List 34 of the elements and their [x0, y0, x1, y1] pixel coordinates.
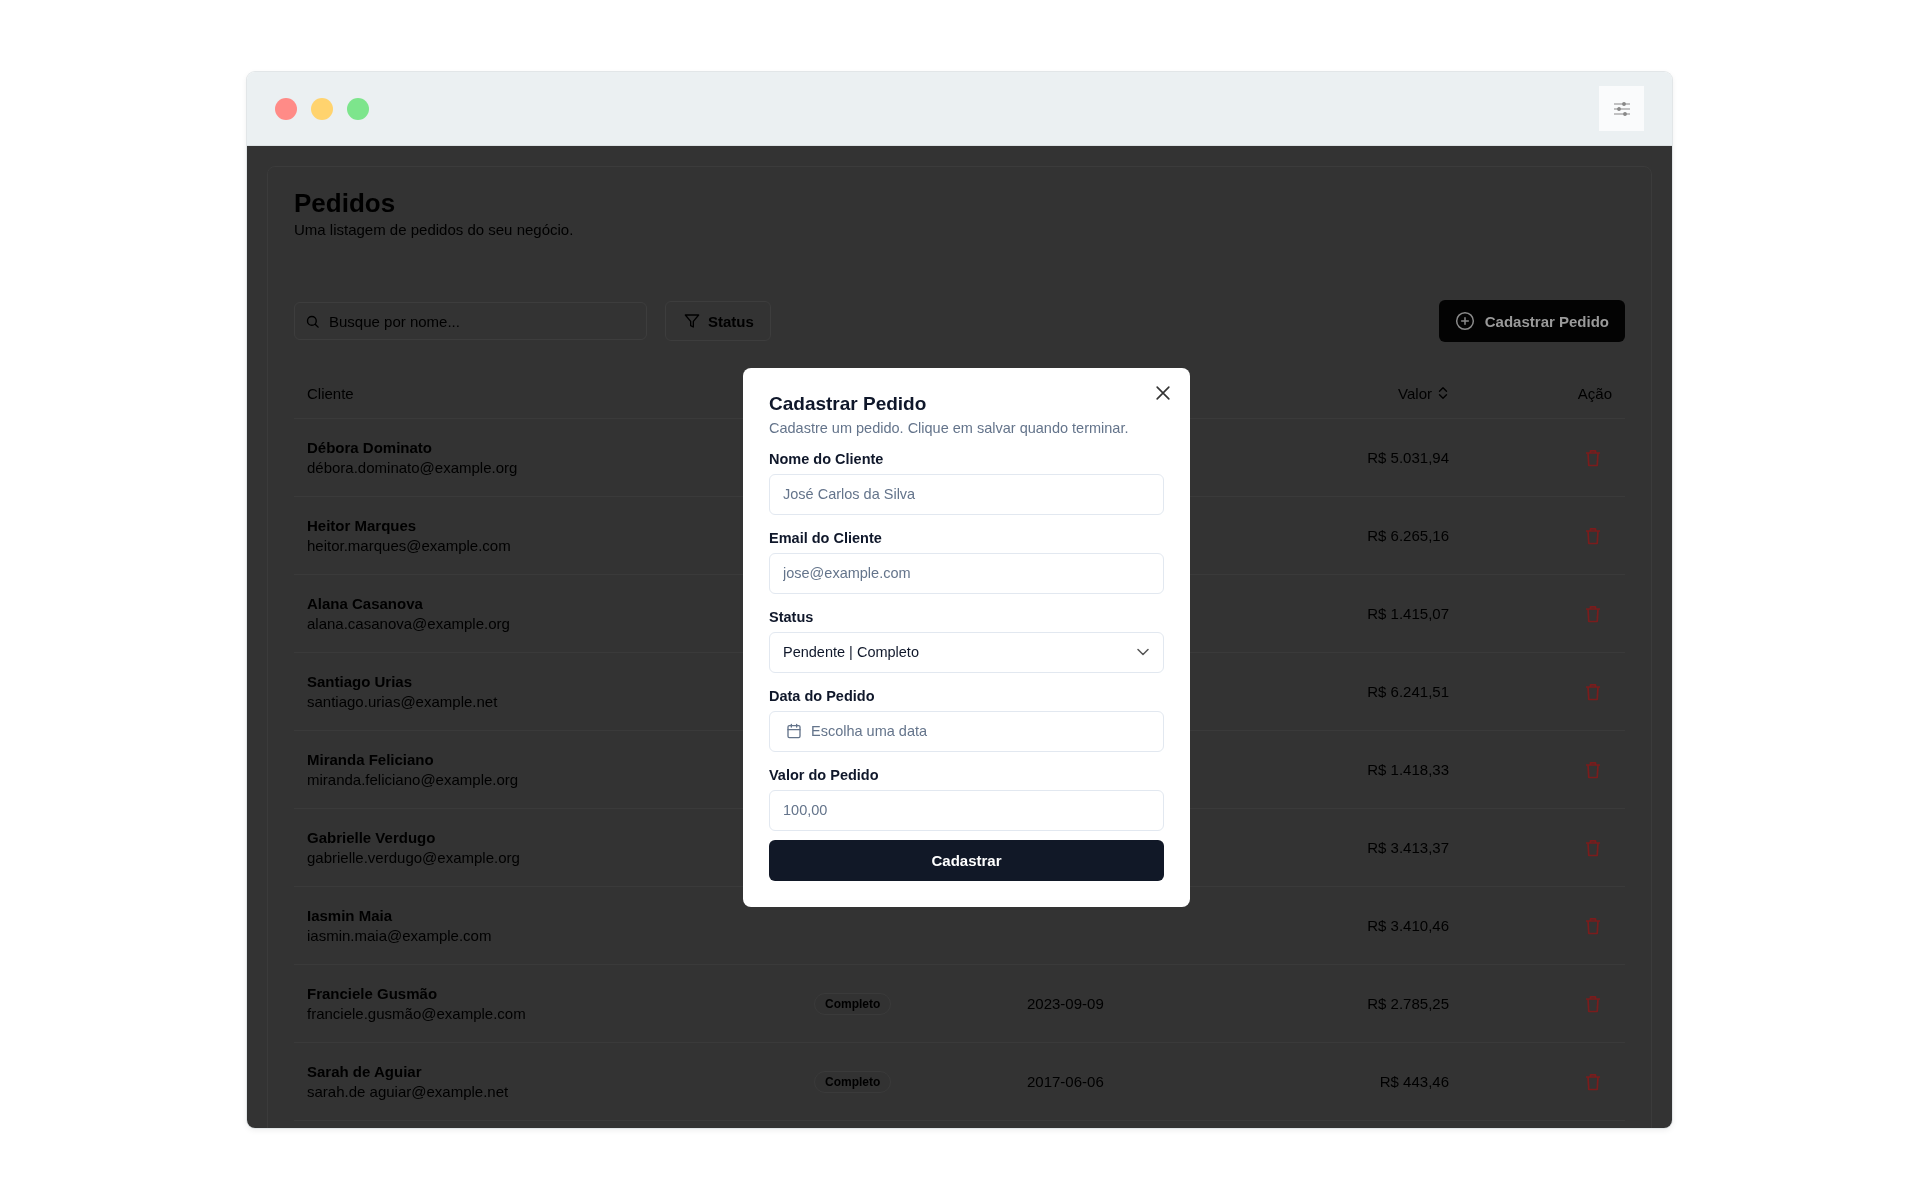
submit-button[interactable]: Cadastrar [769, 839, 1164, 881]
maximize-button[interactable] [347, 97, 369, 120]
minimize-button[interactable] [311, 97, 333, 120]
dialog-description: Cadastre um pedido. Clique em salvar quando terminar. [769, 419, 1130, 436]
filter-icon [684, 313, 700, 329]
chevron-down-icon [1137, 648, 1149, 656]
text-input-field[interactable]: José Carlos da Silva [769, 473, 1164, 515]
trash-icon[interactable] [1585, 760, 1601, 779]
dialog-title: Cadastrar Pedido [769, 391, 927, 416]
field-label: Data do Pedido [769, 687, 875, 704]
sliders-icon [1612, 101, 1631, 116]
trash-icon[interactable] [1585, 448, 1601, 467]
trash-icon[interactable] [1585, 916, 1601, 935]
trash-icon[interactable] [1585, 526, 1601, 545]
plus-circle-icon [1454, 311, 1475, 331]
trash-icon[interactable] [1585, 682, 1601, 701]
trash-icon[interactable] [1585, 838, 1601, 857]
sort-icon [1437, 386, 1449, 400]
text-input-field[interactable]: 100,00 [769, 789, 1164, 831]
calendar-icon [786, 723, 802, 739]
text-input-field[interactable]: jose@example.com [769, 552, 1164, 594]
trash-icon[interactable] [1585, 994, 1601, 1013]
close-button[interactable] [1156, 385, 1170, 400]
field-label: Valor do Pedido [769, 766, 879, 783]
status-select[interactable]: Pendente | Completo [769, 631, 1164, 673]
field-label: Nome do Cliente [769, 450, 884, 467]
date-picker-field[interactable]: Escolha uma data [769, 710, 1164, 752]
trash-icon[interactable] [1585, 1072, 1601, 1091]
field-label: Status [769, 608, 814, 625]
trash-icon[interactable] [1585, 604, 1601, 623]
search-icon [305, 314, 320, 329]
add-order-button[interactable]: Cadastrar Pedido [1438, 300, 1625, 342]
field-label: Email do Cliente [769, 529, 882, 546]
settings-button[interactable] [1599, 86, 1644, 131]
